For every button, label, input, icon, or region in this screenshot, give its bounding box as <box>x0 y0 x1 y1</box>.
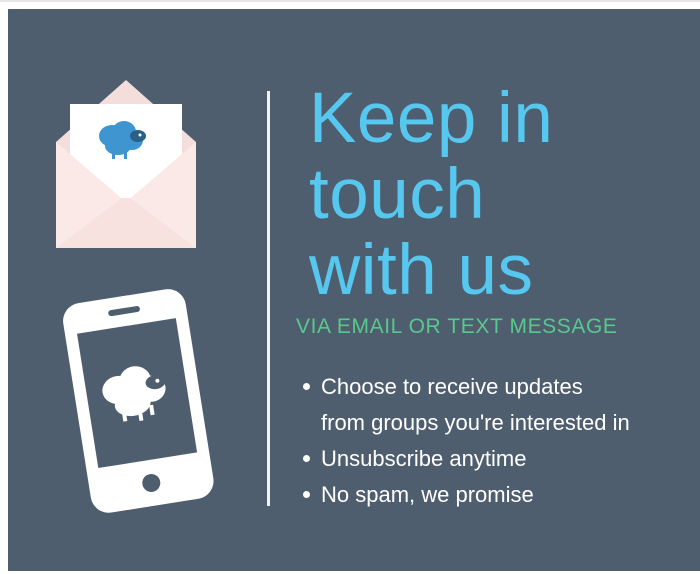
heading: Keep in touch with us <box>309 81 699 309</box>
top-border <box>0 0 700 2</box>
newsletter-banner: Keep in touch with us VIA EMAIL OR TEXT … <box>8 9 700 571</box>
bullet-icon <box>303 491 310 498</box>
list-item-text: Unsubscribe anytime <box>321 446 527 471</box>
heading-line-1: Keep in <box>309 79 554 158</box>
heading-line-3: with us <box>309 231 534 310</box>
list-item-text: from groups you're interested in <box>321 410 630 435</box>
bullet-icon <box>303 455 310 462</box>
vertical-divider <box>267 91 270 506</box>
benefits-list: Choose to receive updates from groups yo… <box>298 369 630 513</box>
list-item: Unsubscribe anytime <box>298 441 630 477</box>
list-item-text: Choose to receive updates <box>321 374 583 399</box>
smartphone-icon <box>63 289 214 513</box>
subheading: VIA EMAIL OR TEXT MESSAGE <box>296 315 618 338</box>
list-item-text: No spam, we promise <box>321 482 534 507</box>
heading-line-2: touch <box>309 155 486 234</box>
bullet-icon <box>303 383 310 390</box>
list-item: Choose to receive updates from groups yo… <box>298 369 630 441</box>
envelope-letter-icon <box>56 80 196 248</box>
list-item: No spam, we promise <box>298 477 630 513</box>
